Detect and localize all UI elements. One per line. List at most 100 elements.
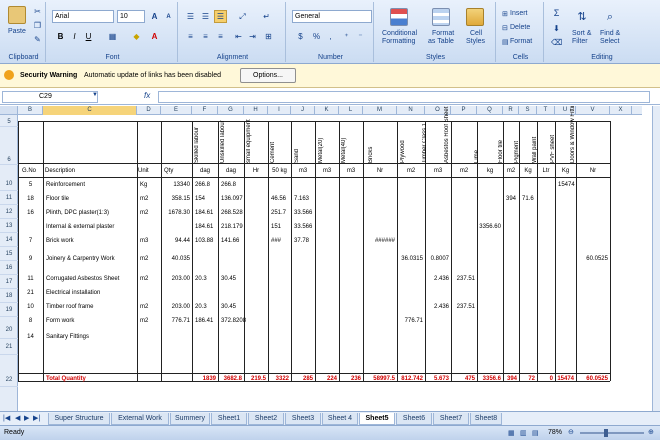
column-header-d[interactable]: D — [137, 106, 161, 115]
column-header-p[interactable]: P — [451, 106, 477, 115]
zoom-in-icon[interactable]: ⊕ — [648, 428, 654, 436]
column-header-n[interactable]: N — [397, 106, 425, 115]
fill-color-icon[interactable]: ◆ — [130, 30, 143, 43]
sheet-tab-sheet6[interactable]: Sheet6 — [396, 413, 432, 425]
column-header-m[interactable]: M — [363, 106, 397, 115]
column-header-f[interactable]: F — [192, 106, 218, 115]
bold-button[interactable]: B — [54, 30, 67, 43]
sheet-tab-sheet1[interactable]: Sheet1 — [211, 413, 247, 425]
row-header-6[interactable]: 6 — [0, 155, 18, 165]
options-button[interactable]: Options... — [240, 68, 296, 83]
column-header-i[interactable]: I — [268, 106, 291, 115]
decrease-decimal-icon[interactable]: ⁻ — [354, 30, 367, 43]
row-header-18[interactable]: 18 — [0, 289, 18, 303]
sort-filter-button[interactable]: Sort & — [572, 30, 591, 37]
row-header-13[interactable]: 13 — [0, 219, 18, 233]
underline-button[interactable]: U — [82, 30, 95, 43]
orientation-icon[interactable]: ⤢ — [236, 10, 249, 23]
find-select-icon[interactable]: ⌕ — [602, 10, 618, 23]
column-header-q[interactable]: Q — [477, 106, 503, 115]
font-color-icon[interactable]: A — [148, 30, 161, 43]
fill-icon[interactable]: ⬇ — [550, 22, 563, 35]
comma-button[interactable]: , — [324, 30, 337, 43]
align-right-icon[interactable]: ≡ — [214, 30, 227, 43]
row-header-22[interactable]: 22 — [0, 373, 18, 387]
font-name-select[interactable]: Arial — [52, 10, 114, 23]
row-header-20[interactable]: 20 — [0, 321, 18, 339]
format-cells-button[interactable]: Format — [510, 38, 532, 45]
tab-nav-prev-icon[interactable]: ◀ — [15, 414, 20, 422]
sheet-tab-sheet-4[interactable]: Sheet 4 — [322, 413, 358, 425]
percent-button[interactable]: % — [310, 30, 323, 43]
formula-input[interactable] — [158, 91, 650, 103]
column-header-c[interactable]: C — [43, 106, 137, 115]
zoom-slider[interactable] — [580, 432, 644, 434]
paste-button[interactable]: Paste — [8, 28, 26, 35]
wrap-text-icon[interactable]: ↵ — [260, 10, 273, 23]
cell-styles-icon[interactable] — [466, 8, 484, 26]
format-as-table-icon[interactable] — [432, 8, 450, 26]
row-header-17[interactable]: 17 — [0, 275, 18, 289]
tab-nav-next-icon[interactable]: ▶ — [24, 414, 29, 422]
row-header-15[interactable]: 15 — [0, 247, 18, 261]
number-format-select[interactable]: General — [292, 10, 372, 23]
row-header-5[interactable]: 5 — [0, 117, 18, 127]
font-size-select[interactable]: 10 — [117, 10, 145, 23]
column-header-v[interactable]: V — [576, 106, 610, 115]
borders-icon[interactable]: ▦ — [106, 30, 119, 43]
sheet-tab-sheet5[interactable]: Sheet5 — [359, 413, 395, 425]
sheet-tab-sheet3[interactable]: Sheet3 — [285, 413, 321, 425]
tab-nav-first-icon[interactable]: |◀ — [3, 414, 10, 422]
normal-view-icon[interactable]: ▦ — [508, 429, 515, 437]
conditional-formatting-icon[interactable] — [390, 8, 408, 26]
column-header-k[interactable]: K — [315, 106, 339, 115]
column-header-b[interactable]: B — [18, 106, 43, 115]
row-header-11[interactable]: 11 — [0, 191, 18, 205]
sheet-tab-sheet8[interactable]: Sheet8 — [470, 413, 502, 425]
zoom-level[interactable]: 78% — [548, 429, 562, 436]
format-painter-icon[interactable]: ✎ — [31, 33, 44, 46]
column-header-t[interactable]: T — [537, 106, 555, 115]
italic-button[interactable]: I — [68, 30, 81, 43]
zoom-slider-thumb[interactable] — [604, 429, 608, 437]
align-top-icon[interactable]: ☰ — [184, 10, 197, 23]
delete-button[interactable]: Delete — [510, 24, 530, 31]
sheet-tab-summery[interactable]: Summery — [170, 413, 210, 425]
align-left-icon[interactable]: ≡ — [184, 30, 197, 43]
merge-center-icon[interactable]: ⊞ — [262, 30, 275, 43]
copy-icon[interactable]: ❐ — [31, 19, 44, 32]
row-header-12[interactable]: 12 — [0, 205, 18, 219]
currency-button[interactable]: $ — [294, 30, 307, 43]
name-box[interactable]: C29 — [2, 91, 98, 103]
column-header-h[interactable]: H — [244, 106, 268, 115]
cell-styles-button[interactable]: Cell — [470, 30, 482, 37]
conditional-formatting-button[interactable]: Conditional — [382, 30, 417, 37]
increase-decimal-icon[interactable]: ⁺ — [340, 30, 353, 43]
shrink-font-icon[interactable]: A — [162, 10, 175, 23]
insert-button[interactable]: Insert — [510, 10, 528, 17]
find-select-button[interactable]: Find & — [600, 30, 620, 37]
zoom-out-icon[interactable]: ⊖ — [568, 428, 574, 436]
sheet-tab-sheet2[interactable]: Sheet2 — [248, 413, 284, 425]
clear-icon[interactable]: ⌫ — [550, 36, 563, 49]
column-header-s[interactable]: S — [519, 106, 537, 115]
name-box-dropdown-icon[interactable]: ▼ — [92, 92, 98, 98]
column-header-l[interactable]: L — [339, 106, 363, 115]
column-header-e[interactable]: E — [161, 106, 192, 115]
format-as-table-button[interactable]: Format — [432, 30, 454, 37]
row-header-10[interactable]: 10 — [0, 177, 18, 191]
sheet-tab-sheet7[interactable]: Sheet7 — [433, 413, 469, 425]
fx-button[interactable]: fx — [144, 91, 150, 100]
paste-icon[interactable] — [8, 6, 26, 24]
row-header-14[interactable]: 14 — [0, 233, 18, 247]
column-header-r[interactable]: R — [503, 106, 519, 115]
sheet-tab-external-work[interactable]: External Work — [111, 413, 169, 425]
column-header-g[interactable]: G — [218, 106, 244, 115]
page-layout-view-icon[interactable]: ▥ — [520, 429, 527, 437]
page-break-view-icon[interactable]: ▤ — [532, 429, 539, 437]
row-header-21[interactable]: 21 — [0, 339, 18, 355]
column-header-x[interactable]: X — [610, 106, 632, 115]
cut-icon[interactable]: ✂ — [31, 5, 44, 18]
vertical-scrollbar[interactable] — [652, 106, 660, 411]
sort-filter-icon[interactable]: ⇅ — [574, 10, 590, 23]
